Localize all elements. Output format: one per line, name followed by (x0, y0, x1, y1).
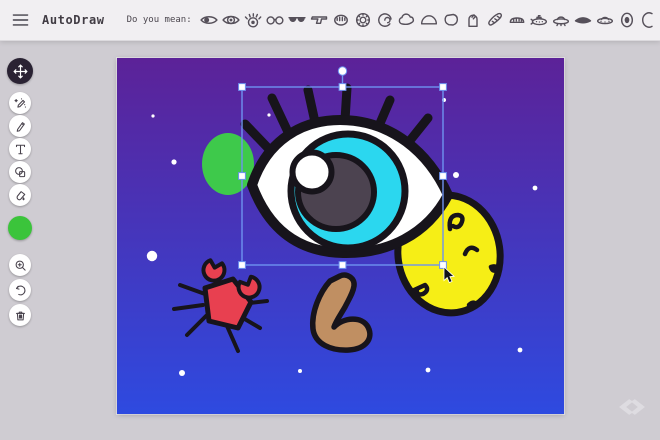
autodraw-tool[interactable] (9, 92, 31, 114)
selection-handle[interactable] (440, 262, 447, 269)
tools-group (9, 92, 31, 206)
hill-icon[interactable] (419, 10, 439, 30)
rotation-handle[interactable] (338, 67, 346, 75)
submarine-icon[interactable] (529, 10, 549, 30)
swatch-group (8, 216, 32, 240)
hamburger-icon[interactable] (12, 9, 29, 31)
flying-saucer-icon[interactable] (573, 10, 593, 30)
potato-icon[interactable] (441, 10, 461, 30)
google-developers-logo (616, 398, 648, 416)
winking-eye-icon[interactable] (199, 10, 219, 30)
shape-tool[interactable] (9, 161, 31, 183)
bread-icon[interactable] (507, 10, 527, 30)
ufo-icon[interactable] (551, 10, 571, 30)
spaceship-icon[interactable] (595, 10, 615, 30)
cloud-icon[interactable] (397, 10, 417, 30)
app-title: AutoDraw (42, 13, 105, 27)
type-tool[interactable] (9, 138, 31, 160)
sunglasses-icon[interactable] (287, 10, 307, 30)
donut-icon[interactable] (375, 10, 395, 30)
fill-tool[interactable] (9, 184, 31, 206)
zoom-tool[interactable] (9, 254, 31, 276)
selection-handle[interactable] (440, 173, 447, 180)
selection-handle[interactable] (440, 84, 447, 91)
drawing-canvas[interactable] (117, 58, 564, 414)
pistol-icon[interactable] (309, 10, 329, 30)
draw-tool[interactable] (9, 115, 31, 137)
selection-handle[interactable] (339, 84, 346, 91)
selection-handle[interactable] (339, 262, 346, 269)
actions-group (9, 254, 31, 326)
eye-with-lashes-icon[interactable] (243, 10, 263, 30)
selection-handle[interactable] (239, 173, 246, 180)
eyeball-icon[interactable] (221, 10, 241, 30)
selection-handle[interactable] (239, 262, 246, 269)
suggestions (199, 10, 660, 30)
suggest-label: Do you mean: (127, 15, 192, 25)
undo-button[interactable] (9, 279, 31, 301)
select-group (7, 58, 33, 84)
tool-sidebar (0, 40, 40, 440)
color-swatch[interactable] (8, 216, 32, 240)
selection-handle[interactable] (239, 84, 246, 91)
open-oval-icon[interactable] (639, 10, 659, 30)
glasses-icon[interactable] (265, 10, 285, 30)
burger-icon[interactable] (331, 10, 351, 30)
toast-icon[interactable] (463, 10, 483, 30)
select-tool[interactable] (7, 58, 33, 84)
topbar: AutoDraw Do you mean: (0, 0, 660, 40)
delete-button[interactable] (9, 304, 31, 326)
cookie-icon[interactable] (353, 10, 373, 30)
green-ellipse-shape[interactable] (202, 133, 254, 195)
baguette-icon[interactable] (485, 10, 505, 30)
eye-highlight (293, 153, 332, 192)
ring-oval-icon[interactable] (617, 10, 637, 30)
